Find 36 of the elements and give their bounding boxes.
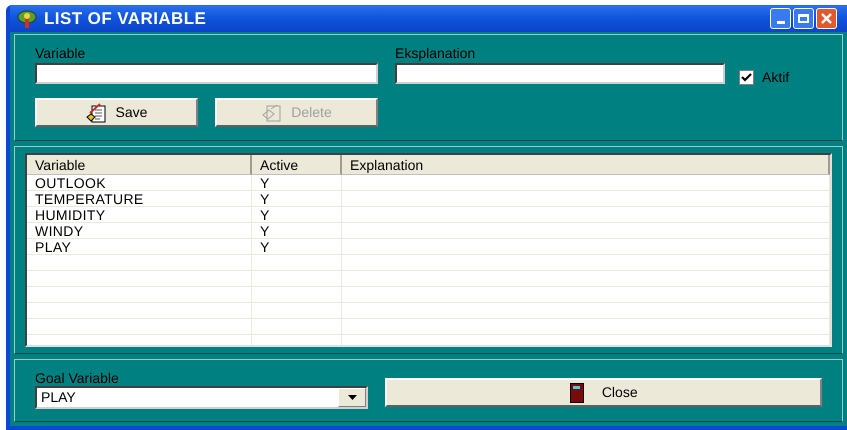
dropdown-value: PLAY	[40, 388, 77, 407]
minimize-button[interactable]	[770, 8, 791, 29]
column-header[interactable]: Explanation	[342, 155, 830, 175]
table-cell: TEMPERATURE	[27, 191, 252, 206]
table-cell: Y	[252, 239, 342, 254]
close-dialog-button[interactable]: Close	[385, 378, 822, 407]
table-cell: WINDY	[27, 223, 252, 238]
goal-variable-dropdown[interactable]: PLAY	[35, 386, 368, 409]
variable-label: Variable	[35, 44, 86, 63]
column-header[interactable]: Active	[252, 155, 342, 175]
column-header[interactable]: Variable	[27, 155, 252, 175]
door-icon	[570, 382, 584, 402]
table-cell: Y	[252, 223, 342, 238]
close-icon	[821, 13, 832, 24]
maximize-button[interactable]	[793, 8, 814, 29]
variable-input[interactable]	[35, 63, 378, 84]
checkmark-icon	[741, 73, 752, 82]
hand-eraser-icon	[261, 102, 284, 122]
table-cell: PLAY	[27, 239, 252, 254]
minimize-icon	[776, 21, 784, 24]
close-button[interactable]	[816, 8, 837, 29]
table-cell: HUMIDITY	[27, 207, 252, 222]
table-cell: Y	[252, 207, 342, 222]
save-button[interactable]: Save	[35, 98, 198, 127]
aktif-label: Aktif	[762, 68, 790, 87]
explanation-label: Eksplanation	[395, 44, 476, 63]
aktif-checkbox[interactable]	[739, 70, 754, 85]
table-cell: OUTLOOK	[27, 175, 252, 190]
app-icon	[16, 8, 38, 28]
explanation-input[interactable]	[395, 63, 725, 84]
goal-variable-label: Goal Variable	[35, 369, 120, 386]
window-title: LIST OF VARIABLE	[44, 8, 206, 30]
table-cell: Y	[252, 175, 342, 190]
table-cell: Y	[252, 191, 342, 206]
maximize-icon	[798, 14, 809, 23]
notepad-pencil-icon	[86, 102, 108, 122]
